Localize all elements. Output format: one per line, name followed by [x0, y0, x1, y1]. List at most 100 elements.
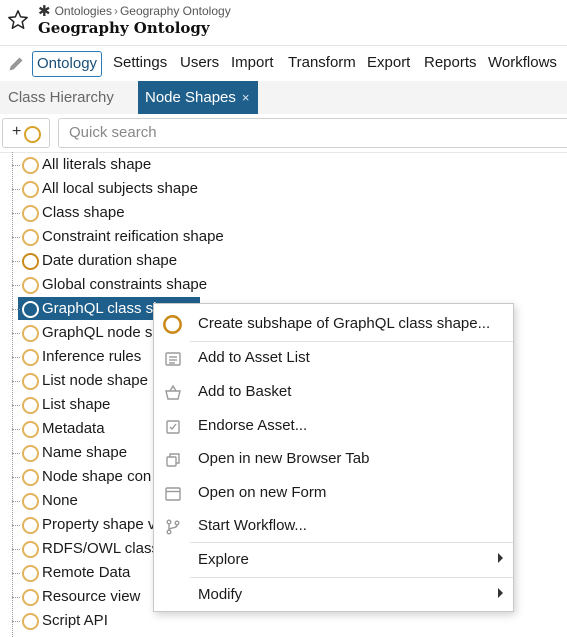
node-shape-icon: [22, 541, 39, 558]
node-shape-icon: [22, 469, 39, 486]
tree-toolbar: + Quick search: [0, 115, 567, 153]
new-tab-icon: [166, 453, 180, 467]
tree-node-label: Global constraints shape: [42, 276, 208, 293]
menu-separator: [190, 577, 513, 578]
node-shape-icon: [24, 126, 41, 143]
tree-node-label: Script API: [42, 612, 108, 629]
tab-ontology[interactable]: Ontology: [32, 51, 103, 77]
tree-connector: [12, 621, 20, 622]
tab-import[interactable]: Import: [231, 52, 274, 74]
node-shape-icon: [22, 517, 39, 534]
tab-export[interactable]: Export: [367, 52, 410, 74]
tree-node-label: All literals shape: [42, 156, 152, 173]
menu-item-open-new-browser-tab[interactable]: Open in new Browser Tab: [154, 443, 513, 475]
tree-node[interactable]: Class shape: [12, 201, 567, 225]
menu-item-modify[interactable]: Modify: [154, 579, 513, 611]
tree-node-label: Inference rules: [42, 348, 142, 365]
checkbox-icon: [166, 420, 180, 434]
menu-item-start-workflow[interactable]: Start Workflow...: [154, 510, 513, 542]
tree-connector: [12, 189, 20, 190]
node-shape-icon: [163, 315, 182, 334]
tree-node-label: GraphQL class sh: [42, 300, 162, 317]
menu-item-label: Open on new Form: [198, 484, 327, 501]
tree-node-label: Property shape v: [42, 516, 156, 533]
tree-connector: [12, 453, 20, 454]
tree-node-label: All local subjects shape: [42, 180, 198, 197]
search-input[interactable]: Quick search: [58, 118, 567, 148]
menu-item-label: Add to Basket: [198, 383, 292, 400]
tab-transform[interactable]: Transform: [288, 52, 356, 74]
node-shape-icon: [22, 325, 39, 342]
tree-node-label: RDFS/OWL class: [42, 540, 159, 557]
tree-node-label: Date duration shape: [42, 252, 178, 269]
workflow-icon: [166, 519, 180, 535]
tab-settings[interactable]: Settings: [113, 52, 167, 74]
list-icon: [165, 352, 181, 366]
node-shape-icon: [22, 349, 39, 366]
tree-connector: [12, 501, 20, 502]
tree-connector: [12, 213, 20, 214]
subtab-node-shapes-label: Node Shapes: [145, 89, 236, 106]
menu-item-label: Modify: [198, 586, 243, 603]
tree-node-label: GraphQL node sh: [42, 324, 161, 341]
app-header: ✱ Ontologies › Geography Ontology Geography…: [0, 0, 567, 44]
pencil-icon[interactable]: [8, 56, 24, 72]
breadcrumb-current[interactable]: Geography Ontology: [120, 4, 231, 18]
tree-node-label: Name shape: [42, 444, 128, 461]
tab-workflows[interactable]: Workflows: [488, 52, 557, 74]
tree-node-label: List node shape: [42, 372, 148, 389]
tree-node[interactable]: Script API: [12, 609, 567, 633]
close-icon[interactable]: ×: [242, 90, 250, 105]
breadcrumb: ✱ Ontologies › Geography Ontology: [38, 1, 231, 20]
menu-item-endorse-asset[interactable]: Endorse Asset...: [154, 410, 513, 442]
node-shape-icon: [22, 421, 39, 438]
tree-node-label: Class shape: [42, 204, 125, 221]
tree-node[interactable]: All literals shape: [12, 153, 567, 177]
tab-users[interactable]: Users: [180, 52, 219, 74]
node-shape-icon: [22, 397, 39, 414]
tree-node[interactable]: Constraint reification shape: [12, 225, 567, 249]
tree-node-label: Metadata: [42, 420, 105, 437]
tree-connector: [12, 597, 20, 598]
tree-node-label: None: [42, 492, 78, 509]
tree-node[interactable]: Global constraints shape: [12, 273, 567, 297]
menu-item-label: Endorse Asset...: [198, 417, 308, 434]
menu-item-explore[interactable]: Explore: [154, 544, 513, 576]
node-shape-icon: [22, 493, 39, 510]
tree-node[interactable]: Date duration shape: [12, 249, 567, 273]
node-shape-icon: [22, 229, 39, 246]
sub-tab-bar: Class Hierarchy Node Shapes ×: [0, 81, 567, 114]
node-shape-icon: [22, 253, 39, 270]
form-icon: [165, 487, 181, 501]
node-shape-icon: [22, 589, 39, 606]
menu-item-create-subshape[interactable]: Create subshape of GraphQL class shape..…: [154, 308, 513, 340]
menu-item-open-new-form[interactable]: Open on new Form: [154, 477, 513, 509]
menu-item-label: Add to Asset List: [198, 349, 310, 366]
tree-connector: [12, 357, 20, 358]
tab-reports[interactable]: Reports: [424, 52, 477, 74]
tree-node[interactable]: All local subjects shape: [12, 177, 567, 201]
tree-connector: [12, 309, 20, 310]
menu-item-add-to-asset-list[interactable]: Add to Asset List: [154, 342, 513, 374]
tree-node-label: List shape: [42, 396, 111, 413]
tree-connector: [12, 261, 20, 262]
subtab-class-hierarchy[interactable]: Class Hierarchy: [8, 81, 114, 114]
tree-connector: [12, 549, 20, 550]
breadcrumb-ontologies[interactable]: Ontologies: [55, 4, 112, 18]
tree-connector: [12, 525, 20, 526]
menu-item-label: Create subshape of GraphQL class shape..…: [198, 315, 491, 332]
tree-connector: [12, 429, 20, 430]
page-title: Geography Ontology: [38, 19, 210, 37]
subtab-node-shapes[interactable]: Node Shapes ×: [138, 81, 258, 114]
add-node-shape-button[interactable]: +: [2, 118, 50, 148]
context-menu: Create subshape of GraphQL class shape..…: [153, 303, 514, 612]
menu-item-add-to-basket[interactable]: Add to Basket: [154, 376, 513, 408]
node-shape-icon: [22, 277, 39, 294]
menu-item-label: Open in new Browser Tab: [198, 450, 370, 467]
ontology-icon: ✱: [38, 3, 51, 20]
main-tab-bar: Ontology Settings Users Import Transform…: [0, 45, 567, 82]
node-shape-icon: [22, 373, 39, 390]
star-icon[interactable]: [7, 9, 29, 31]
node-shape-icon: [22, 301, 39, 318]
tree-connector: [12, 237, 20, 238]
